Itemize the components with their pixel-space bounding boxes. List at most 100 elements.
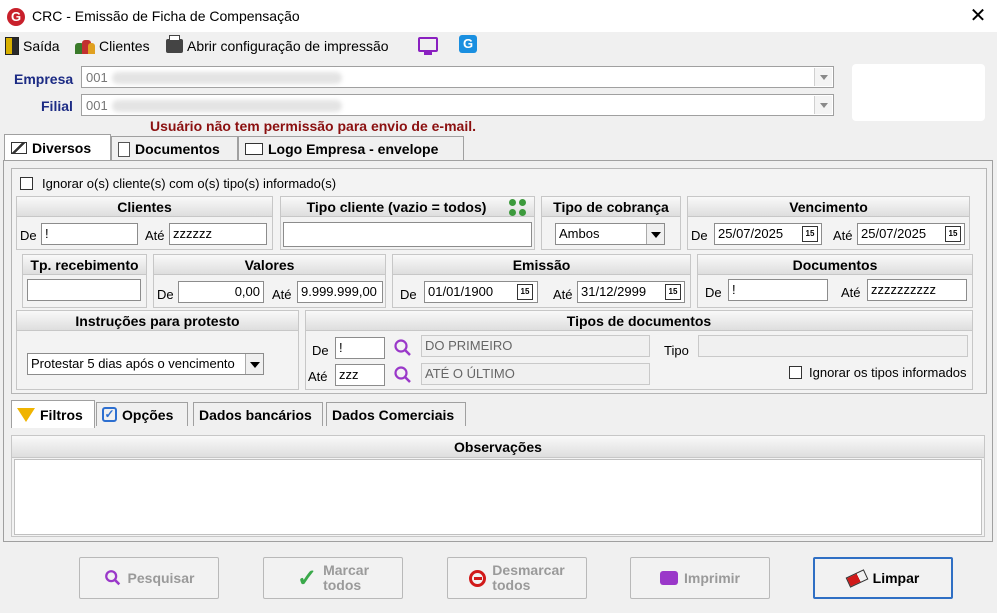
tipo-cobranca-value: Ambos (559, 226, 600, 241)
instrucoes-title: Instruções para protesto (17, 311, 298, 331)
g-app-icon[interactable]: G (459, 35, 477, 53)
valores-de-input[interactable]: 0,00 (178, 281, 264, 303)
users-icon (75, 37, 95, 55)
checkmark-icon: ✓ (296, 564, 318, 592)
tipo-cliente-title: Tipo cliente (vazio = todos) (281, 197, 534, 217)
chevron-down-icon[interactable] (245, 354, 263, 374)
emissao-title: Emissão (393, 255, 690, 275)
printer-icon (659, 571, 678, 585)
clients-label: Clientes (99, 38, 150, 54)
empresa-value: 001 (86, 70, 108, 85)
calendar-icon[interactable]: 15 (517, 284, 533, 300)
tipos-ate-input[interactable]: zzz (335, 364, 385, 386)
tipos-ate-desc: ATÉ O ÚLTIMO (421, 363, 650, 385)
emissao-ate-label: Até (553, 287, 573, 302)
instrucoes-select[interactable]: Protestar 5 dias após o vencimento (27, 353, 264, 375)
ignore-tipos-checkbox[interactable] (789, 366, 802, 379)
exit-menu-item[interactable]: Saída (5, 36, 60, 56)
vencimento-de-label: De (691, 228, 708, 243)
select-all-line2: todos (323, 577, 362, 593)
ignore-clients-label: Ignorar o(s) cliente(s) com o(s) tipo(s)… (42, 176, 337, 191)
tab-logo-empresa[interactable]: Logo Empresa - envelope (238, 136, 464, 161)
ignore-tipos-label: Ignorar os tipos informados (809, 365, 967, 380)
vencimento-title: Vencimento (688, 197, 969, 217)
monitor-stand (424, 52, 432, 55)
redacted-text (112, 100, 342, 112)
tipo-input (698, 335, 968, 357)
tab-logo-label: Logo Empresa - envelope (268, 141, 439, 157)
tp-recebimento-title: Tp. recebimento (23, 255, 146, 275)
clientes-group: Clientes De ! Até zzzzzz (16, 196, 273, 250)
tab-dados-bancarios[interactable]: Dados bancários (193, 402, 323, 426)
tab-diversos[interactable]: Diversos (4, 134, 111, 161)
filter-funnel-icon (17, 407, 35, 422)
expand-icon[interactable] (509, 199, 527, 217)
calendar-icon[interactable]: 15 (665, 284, 681, 300)
tipos-documentos-title: Tipos de documentos (306, 311, 972, 331)
clientes-ate-input[interactable]: zzzzzz (169, 223, 267, 245)
chevron-down-icon[interactable] (814, 68, 832, 86)
valores-ate-label: Até (272, 287, 292, 302)
tab-dados-bancarios-label: Dados bancários (199, 406, 312, 423)
chevron-down-icon[interactable] (814, 96, 832, 114)
tipos-de-desc: DO PRIMEIRO (421, 335, 650, 357)
deselect-all-line2: todos (492, 577, 531, 593)
search-icon[interactable] (393, 365, 413, 385)
documentos-de-input[interactable]: ! (728, 279, 828, 301)
window-title: CRC - Emissão de Ficha de Compensação (32, 8, 300, 24)
select-all-label: Marcar todos (323, 563, 369, 593)
document-icon (118, 141, 130, 157)
calendar-icon[interactable]: 15 (802, 226, 818, 242)
tipo-cobranca-group: Tipo de cobrança Ambos (541, 196, 681, 250)
ignore-clients-checkbox[interactable] (20, 177, 33, 190)
calendar-icon[interactable]: 15 (945, 226, 961, 242)
print-button[interactable]: Imprimir (630, 557, 770, 599)
deselect-all-label: Desmarcar todos (492, 563, 564, 593)
envelope-icon (245, 143, 263, 155)
clientes-de-input[interactable]: ! (41, 223, 138, 245)
print-config-menu-item[interactable]: Abrir configuração de impressão (166, 35, 389, 56)
print-config-label: Abrir configuração de impressão (187, 38, 389, 54)
tab-filtros[interactable]: Filtros (11, 400, 95, 428)
search-icon[interactable] (393, 338, 413, 358)
edit-pencil-icon (11, 142, 27, 154)
tp-recebimento-input[interactable] (27, 279, 141, 301)
tipo-cliente-input[interactable] (283, 222, 532, 247)
tab-diversos-label: Diversos (32, 140, 92, 156)
instrucoes-value: Protestar 5 dias após o vencimento (31, 356, 235, 371)
observacoes-textarea[interactable] (14, 459, 982, 535)
tab-opcoes[interactable]: ✓ Opções (96, 402, 188, 426)
deselect-all-line1: Desmarcar (492, 562, 565, 578)
tipos-de-input[interactable]: ! (335, 337, 385, 359)
documentos-ate-input[interactable]: zzzzzzzzzz (867, 279, 967, 301)
tab-opcoes-label: Opções (122, 406, 174, 423)
eraser-icon (845, 568, 869, 588)
filial-label: Filial (41, 98, 73, 114)
exit-door-icon (5, 37, 19, 55)
tab-documentos[interactable]: Documentos (111, 136, 238, 161)
tipos-de-label: De (312, 343, 329, 358)
select-all-button[interactable]: ✓ Marcar todos (263, 557, 403, 599)
clear-button[interactable]: Limpar (813, 557, 953, 599)
clients-menu-item[interactable]: Clientes (75, 36, 150, 56)
chevron-down-icon[interactable] (646, 224, 664, 244)
select-all-line1: Marcar (323, 562, 370, 578)
valores-de-label: De (157, 287, 174, 302)
empresa-label: Empresa (14, 71, 74, 87)
close-icon[interactable]: ✕ (967, 4, 989, 28)
empresa-combo[interactable]: 001 (81, 66, 834, 88)
emissao-de-label: De (400, 287, 417, 302)
monitor-icon[interactable] (418, 37, 438, 52)
app-logo-icon: G (7, 8, 25, 26)
tp-recebimento-group: Tp. recebimento (22, 254, 147, 308)
print-button-label: Imprimir (683, 570, 740, 586)
filial-combo[interactable]: 001 (81, 94, 834, 116)
vencimento-ate-label: Até (833, 228, 853, 243)
tab-dados-comerciais[interactable]: Dados Comerciais (326, 402, 466, 426)
valores-ate-input[interactable]: 9.999.999,00 (297, 281, 383, 303)
documentos-group: Documentos De ! Até zzzzzzzzzz (697, 254, 973, 308)
documentos-title: Documentos (698, 255, 972, 275)
deselect-all-button[interactable]: Desmarcar todos (447, 557, 587, 599)
search-button[interactable]: Pesquisar (79, 557, 219, 599)
printer-icon (166, 35, 183, 53)
